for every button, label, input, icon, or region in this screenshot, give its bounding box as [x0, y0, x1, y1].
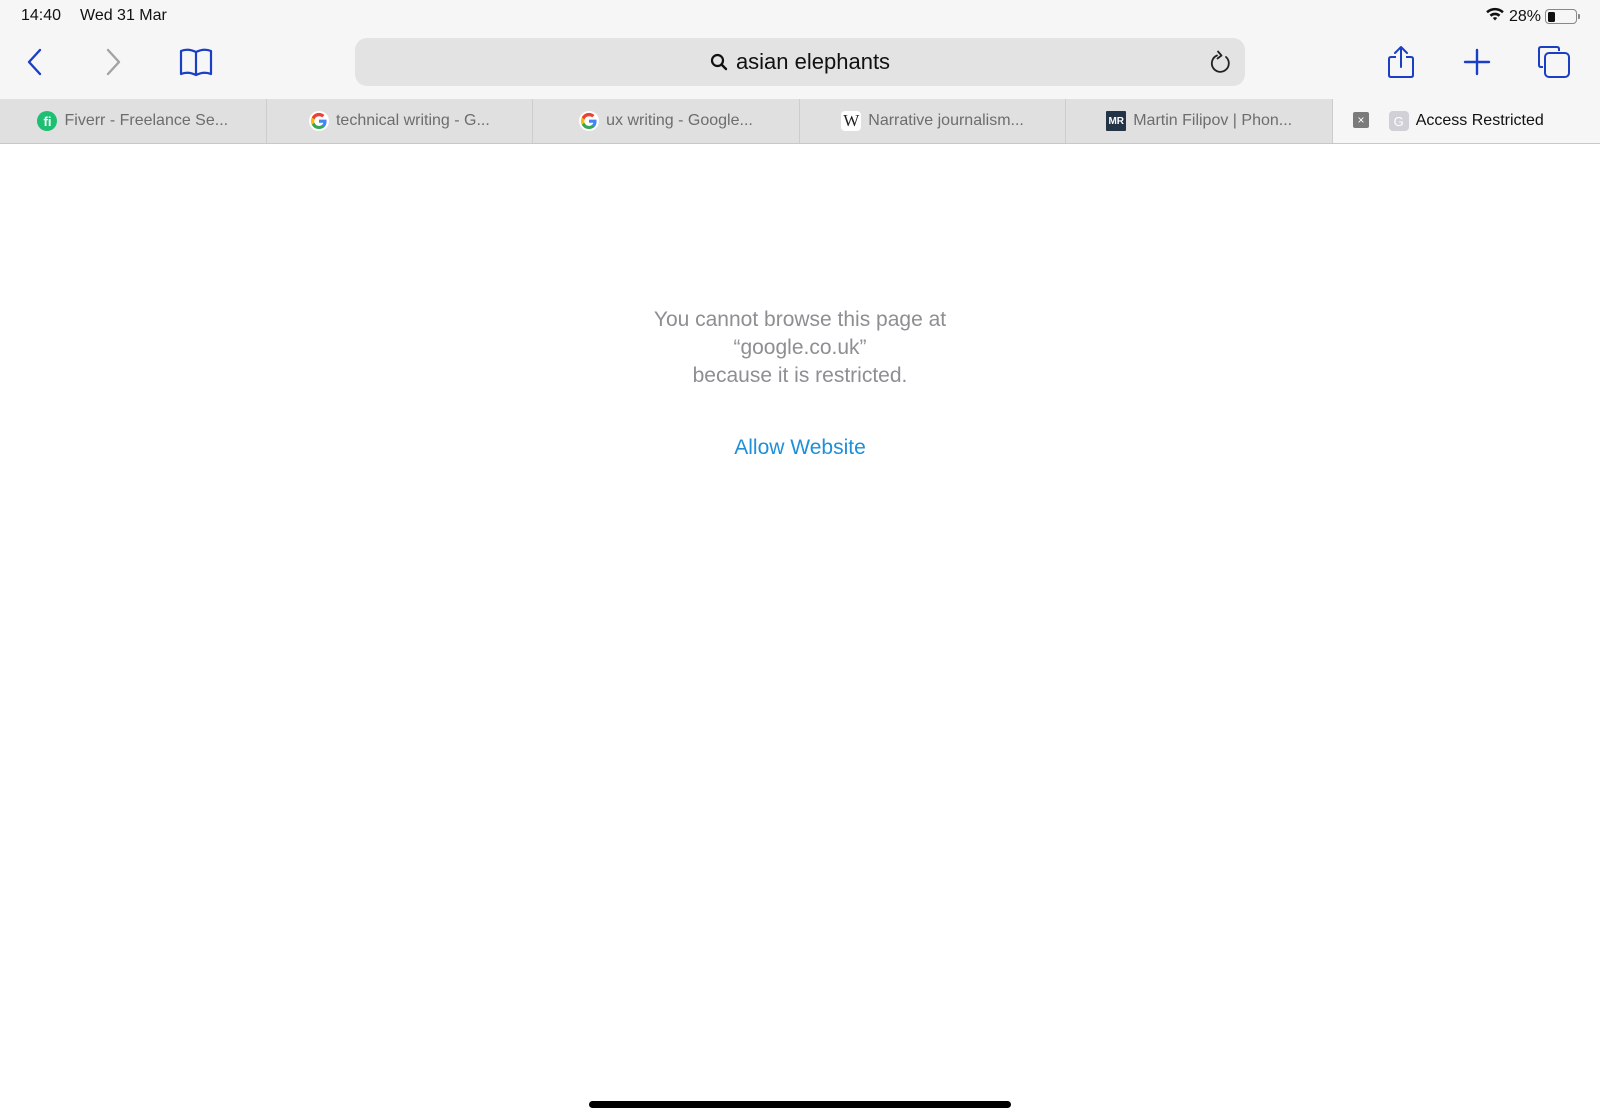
reload-icon — [1210, 50, 1230, 73]
status-date: Wed 31 Mar — [80, 7, 167, 24]
wifi-icon — [1485, 6, 1505, 27]
status-time: 14:40 — [21, 7, 62, 24]
tab-narrative-journalism[interactable]: W Narrative journalism... — [800, 99, 1067, 143]
wikipedia-favicon-icon: W — [841, 111, 862, 131]
status-bar: 14:40 Wed 31 Mar 28% — [0, 0, 1600, 32]
close-tab-icon[interactable]: × — [1352, 112, 1369, 128]
magnifier-icon — [710, 53, 728, 71]
tab-technical-writing[interactable]: technical writing - G... — [267, 99, 534, 143]
message-line-3: because it is restricted. — [692, 364, 908, 387]
tab-strip: fi Fiverr - Freelance Se... technical wr… — [0, 99, 1600, 144]
share-button[interactable] — [1379, 40, 1423, 84]
google-favicon-icon — [579, 111, 600, 131]
tab-access-restricted[interactable]: × G Access Restricted — [1332, 99, 1600, 143]
battery-percent: 28% — [1508, 7, 1541, 25]
reload-button[interactable] — [1207, 48, 1235, 76]
bookmarks-button[interactable] — [174, 40, 218, 84]
mr-favicon-icon: MR — [1106, 111, 1127, 131]
google-favicon-icon — [308, 111, 329, 131]
restriction-message: You cannot browse this page at “google.c… — [500, 306, 1100, 390]
generic-g-favicon-icon: G — [1388, 111, 1409, 131]
battery-level — [1547, 11, 1556, 22]
forward-button[interactable] — [91, 40, 135, 84]
tab-martin-filipov[interactable]: MR Martin Filipov | Phon... — [1066, 99, 1333, 143]
share-icon — [1388, 46, 1414, 78]
tab-title: Fiverr - Freelance Se... — [64, 112, 229, 129]
tab-title: Access Restricted — [1415, 112, 1544, 129]
fiverr-favicon-icon: fi — [37, 111, 58, 131]
tab-title: Narrative journalism... — [868, 112, 1024, 129]
address-bar[interactable]: asian elephants — [355, 38, 1245, 86]
chevron-left-icon — [27, 48, 42, 76]
message-line-1: You cannot browse this page at — [653, 308, 947, 331]
book-icon — [179, 48, 213, 77]
new-tab-button[interactable] — [1455, 40, 1499, 84]
tab-title: Martin Filipov | Phon... — [1133, 112, 1293, 129]
browser-chrome: 14:40 Wed 31 Mar 28% asian elephants fi … — [0, 0, 1600, 144]
message-line-2: “google.co.uk” — [733, 336, 867, 359]
tabs-overview-icon — [1538, 46, 1570, 78]
tab-fiverr[interactable]: fi Fiverr - Freelance Se... — [0, 99, 267, 143]
tab-title: ux writing - Google... — [606, 112, 753, 129]
plus-icon — [1463, 48, 1491, 76]
address-bar-text[interactable]: asian elephants — [736, 49, 890, 75]
tab-ux-writing[interactable]: ux writing - Google... — [533, 99, 800, 143]
allow-website-button[interactable]: Allow Website — [600, 436, 1000, 460]
status-indicators: 28% — [1485, 6, 1580, 27]
back-button[interactable] — [13, 40, 57, 84]
tab-title: technical writing - G... — [335, 112, 490, 129]
page-content: You cannot browse this page at “google.c… — [0, 144, 1600, 1118]
home-indicator[interactable] — [589, 1101, 1011, 1108]
battery-icon — [1545, 9, 1580, 24]
chevron-right-icon — [106, 48, 121, 76]
tabs-overview-button[interactable] — [1532, 40, 1576, 84]
